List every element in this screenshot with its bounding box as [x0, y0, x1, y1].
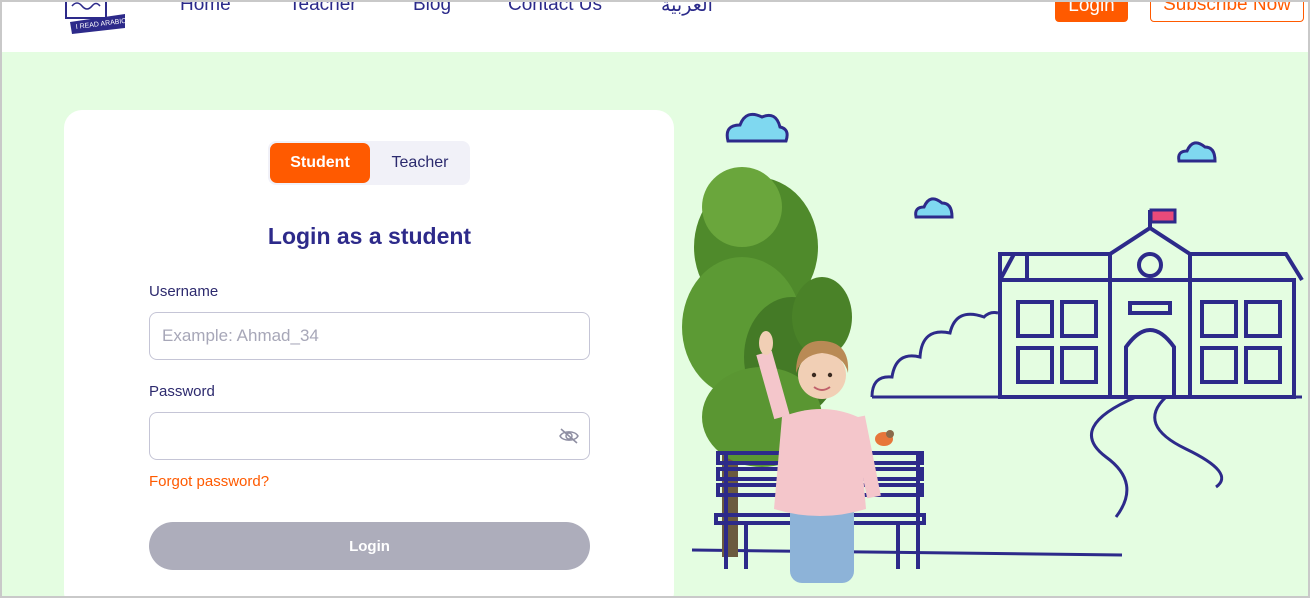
- tab-teacher[interactable]: Teacher: [372, 143, 468, 183]
- header-login-button[interactable]: Login: [1055, 2, 1128, 22]
- site-header: I READ ARABIC Home Teacher Blog Contact …: [2, 2, 1308, 52]
- login-title: Login as a student: [267, 223, 472, 249]
- nav-arabic-language[interactable]: العربية: [661, 2, 713, 17]
- browser-viewport: I READ ARABIC Home Teacher Blog Contact …: [0, 0, 1310, 598]
- tab-student[interactable]: Student: [270, 143, 370, 183]
- cloud-icon: [725, 112, 789, 143]
- school-building-icon: [998, 210, 1304, 399]
- nav-teacher[interactable]: Teacher: [289, 2, 357, 16]
- nav-blog[interactable]: Blog: [413, 2, 451, 16]
- username-input[interactable]: [149, 312, 590, 360]
- login-submit-button[interactable]: Login: [149, 522, 590, 570]
- subscribe-now-button[interactable]: Subscribe Now: [1150, 2, 1304, 22]
- nav-home[interactable]: Home: [180, 2, 231, 16]
- eye-slash-icon[interactable]: [558, 427, 580, 445]
- site-logo[interactable]: I READ ARABIC: [62, 2, 128, 34]
- password-input[interactable]: [149, 412, 590, 460]
- nav-contact-us[interactable]: Contact Us: [508, 2, 602, 16]
- cloud-icon: [914, 197, 954, 219]
- robin-bird-icon: [875, 430, 894, 446]
- forgot-password-link[interactable]: Forgot password?: [149, 473, 269, 490]
- password-label: Password: [149, 383, 215, 400]
- hero-illustration: [682, 97, 1308, 596]
- username-label: Username: [149, 283, 219, 300]
- cloud-icon: [1177, 141, 1217, 163]
